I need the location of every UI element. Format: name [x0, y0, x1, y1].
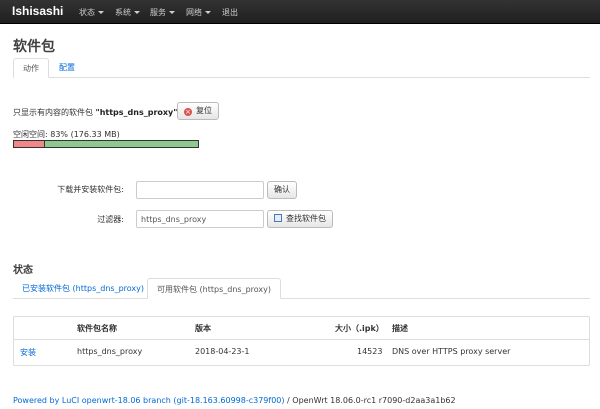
filter-note-query: "https_dns_proxy"	[95, 108, 178, 117]
status-section-title: 状态	[13, 265, 33, 276]
caret-down-icon	[205, 11, 211, 14]
caret-down-icon	[98, 11, 104, 14]
free-space-label: 空闲空间:	[13, 130, 48, 139]
packages-table: 软件包名称 版本 大小（.ipk） 描述 安装 https_dns_proxy …	[13, 316, 590, 366]
menu-status-label: 状态	[79, 8, 95, 17]
logout-link[interactable]: 退出	[222, 7, 238, 18]
free-space-info: 空闲空间: 83% (176.33 MB)	[13, 129, 120, 140]
filter-input[interactable]	[136, 210, 264, 228]
free-space-bar	[13, 140, 199, 148]
menu-services-label: 服务	[150, 8, 166, 17]
cell-version: 2018-04-23-1	[195, 347, 250, 356]
caret-down-icon	[169, 11, 175, 14]
header-size: 大小（.ipk）	[335, 324, 384, 333]
download-package-input[interactable]	[136, 181, 264, 199]
menu-network[interactable]: 网络	[186, 7, 211, 18]
used-space-fill	[14, 141, 46, 147]
menu-network-label: 网络	[186, 8, 202, 17]
cell-description: DNS over HTTPS proxy server	[392, 347, 511, 356]
cell-package-name: https_dns_proxy	[77, 347, 143, 356]
brand-title[interactable]: Ishisashi	[12, 4, 63, 18]
cell-size: 14523	[357, 347, 383, 356]
luci-link[interactable]: Powered by LuCI openwrt-18.06 branch (gi…	[13, 396, 285, 405]
status-tabs: 已安装软件包 (https_dns_proxy) 可用软件包 (https_dn…	[13, 278, 590, 299]
header-package-name: 软件包名称	[77, 324, 117, 333]
page-title: 软件包	[13, 39, 55, 55]
reset-icon: ×	[184, 108, 192, 116]
menu-system-label: 系统	[115, 8, 131, 17]
header-version: 版本	[195, 324, 211, 333]
header-divider	[14, 339, 589, 340]
download-label: 下载并安装软件包:	[57, 185, 124, 194]
install-link[interactable]: 安装	[20, 347, 36, 358]
caret-down-icon	[134, 11, 140, 14]
top-navbar: Ishisashi 状态 系统 服务 网络 退出	[0, 0, 600, 24]
page-tabs: 动作 配置	[13, 58, 590, 78]
free-space-value: 83% (176.33 MB)	[50, 130, 120, 139]
header-description: 描述	[392, 324, 408, 333]
footer: Powered by LuCI openwrt-18.06 branch (gi…	[13, 396, 456, 405]
confirm-button[interactable]: 确认	[267, 181, 297, 199]
footer-version-text: / OpenWrt 18.06.0-rc1 r7090-d2aa3a1b62	[284, 396, 456, 405]
tab-installed-packages[interactable]: 已安装软件包 (https_dns_proxy)	[13, 278, 153, 299]
filter-note-text: 只显示有内容的软件包	[13, 108, 93, 117]
reset-button[interactable]: × 复位	[177, 102, 219, 120]
menu-status[interactable]: 状态	[79, 7, 104, 18]
tab-actions[interactable]: 动作	[13, 58, 49, 78]
filter-note: 只显示有内容的软件包 "https_dns_proxy"	[13, 107, 177, 118]
find-package-button[interactable]: 查找软件包	[267, 210, 333, 228]
filter-label: 过滤器:	[97, 215, 124, 224]
find-package-label: 查找软件包	[286, 214, 326, 223]
reset-button-label: 复位	[196, 106, 212, 115]
tab-configuration[interactable]: 配置	[50, 58, 84, 78]
tab-available-packages[interactable]: 可用软件包 (https_dns_proxy)	[147, 278, 281, 299]
menu-system[interactable]: 系统	[115, 7, 140, 18]
search-icon	[274, 214, 282, 222]
menu-services[interactable]: 服务	[150, 7, 175, 18]
free-space-fill	[44, 141, 198, 147]
